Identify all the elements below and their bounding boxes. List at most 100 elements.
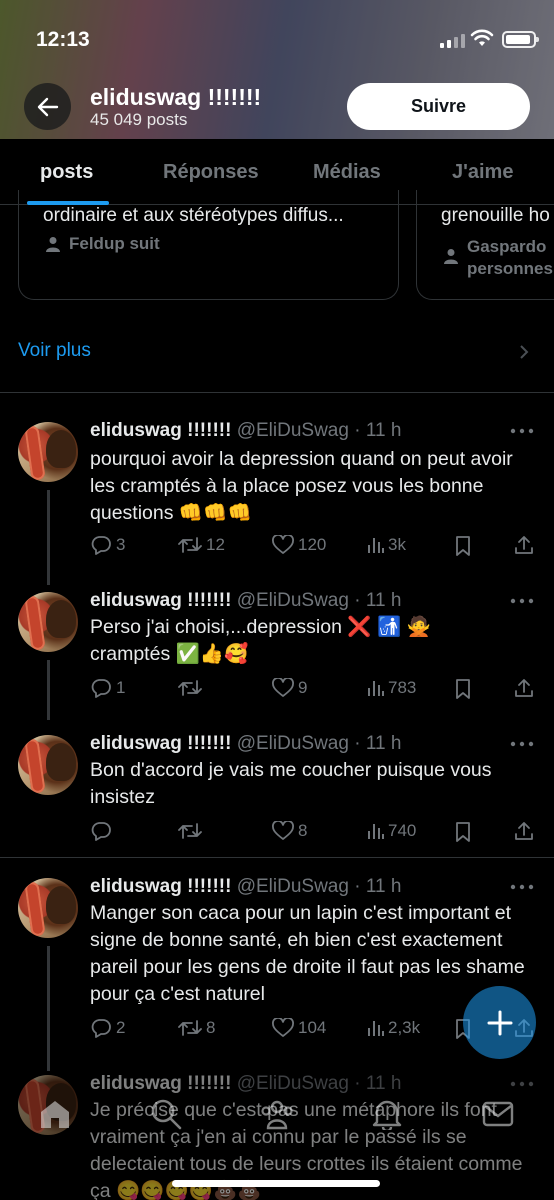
retweet-button[interactable]: 8	[178, 1018, 215, 1038]
tweet[interactable]: eliduswag !!!!!!! @EliDuSwag · 11 h Bon …	[0, 731, 554, 856]
reply-icon	[91, 536, 111, 555]
reply-button[interactable]	[90, 821, 116, 841]
card-text: ordinaire et aux stéréotypes diffus...	[43, 205, 344, 226]
retweet-button[interactable]: 12	[178, 535, 225, 555]
search-icon[interactable]	[150, 1098, 182, 1130]
bookmark-icon[interactable]	[455, 536, 471, 556]
tab-media[interactable]: Médias	[313, 161, 381, 184]
tweet[interactable]: eliduswag !!!!!!! @EliDuSwag · 11 h Pers…	[0, 588, 554, 720]
home-icon[interactable]	[38, 1098, 72, 1130]
compose-button[interactable]	[463, 986, 536, 1059]
tweet-actions: 3 12 120 3k	[90, 535, 540, 559]
like-button[interactable]: 8	[272, 821, 307, 841]
card-social-context-line2: personnes	[467, 259, 553, 278]
more-icon[interactable]	[510, 598, 534, 604]
retweet-button[interactable]	[178, 821, 206, 841]
reply-count: 2	[116, 1018, 126, 1037]
more-icon[interactable]	[510, 741, 534, 747]
display-name: eliduswag !!!!!!!	[90, 590, 232, 611]
retweet-count: 8	[206, 1018, 216, 1037]
suggestion-card[interactable]: ordinaire et aux stéréotypes diffus... F…	[18, 190, 399, 300]
share-icon[interactable]	[514, 535, 534, 555]
suggestion-card[interactable]: grenouille ho Gaspardo personnes	[416, 190, 554, 300]
like-count: 120	[298, 535, 327, 554]
person-icon	[46, 237, 60, 252]
bell-icon[interactable]	[372, 1098, 402, 1130]
display-name: eliduswag !!!!!!!	[90, 420, 232, 441]
like-button[interactable]: 120	[272, 535, 326, 555]
like-button[interactable]: 104	[272, 1018, 326, 1038]
cellular-signal-icon	[440, 33, 465, 48]
clock: 12:13	[36, 28, 90, 51]
wifi-icon	[470, 29, 494, 46]
more-icon[interactable]	[510, 884, 534, 890]
tab-replies[interactable]: Réponses	[163, 161, 259, 184]
reply-button[interactable]: 3	[90, 535, 125, 555]
follow-button[interactable]: Suivre	[347, 83, 530, 130]
thread-line	[47, 946, 50, 1071]
thread-line	[47, 490, 50, 585]
battery-icon	[502, 31, 539, 48]
more-icon[interactable]	[510, 428, 534, 434]
retweet-icon	[178, 537, 202, 553]
profile-header: 12:13 eliduswag !!!!!!! 45 049 posts Sui…	[0, 0, 554, 139]
avatar[interactable]	[18, 422, 78, 482]
reply-count: 1	[116, 678, 126, 697]
views-icon	[368, 538, 384, 553]
like-count: 104	[298, 1018, 327, 1037]
views-icon	[368, 1021, 384, 1036]
back-arrow-icon	[37, 97, 58, 116]
bookmark-icon[interactable]	[455, 679, 471, 699]
views-icon	[368, 824, 384, 839]
tweet-actions: 8 740	[90, 821, 540, 845]
see-more-link[interactable]: Voir plus	[18, 340, 91, 362]
tab-posts[interactable]: posts	[40, 161, 93, 184]
tweet-actions: 1 9 783	[90, 678, 540, 702]
tab-likes[interactable]: J'aime	[452, 161, 513, 184]
retweet-button[interactable]	[178, 678, 206, 698]
avatar[interactable]	[18, 592, 78, 652]
avatar[interactable]	[18, 735, 78, 795]
reply-icon	[91, 1019, 111, 1038]
views-button[interactable]: 3k	[366, 535, 406, 555]
tweet-author: eliduswag !!!!!!! @EliDuSwag · 11 h	[90, 876, 401, 898]
tweet-text: Perso j'ai choisi,...depression ❌ 🚮 🙅 cr…	[90, 616, 432, 665]
tweet-author: eliduswag !!!!!!! @EliDuSwag · 11 h	[90, 420, 401, 442]
display-name: eliduswag !!!!!!!	[90, 733, 232, 754]
communities-icon[interactable]	[259, 1098, 295, 1130]
view-count: 3k	[388, 535, 406, 554]
view-count: 740	[388, 821, 417, 840]
display-name: eliduswag !!!!!!!	[90, 876, 232, 897]
like-count: 9	[298, 678, 308, 697]
tweet-text: pourquoi avoir la depression quand on pe…	[90, 448, 513, 524]
card-social-context-line1: Gaspardo	[467, 237, 547, 256]
like-button[interactable]: 9	[272, 678, 307, 698]
retweet-icon	[178, 1020, 202, 1036]
person-icon	[444, 249, 458, 264]
handle-time: @EliDuSwag · 11 h	[236, 876, 402, 897]
back-button[interactable]	[24, 83, 71, 130]
handle-time: @EliDuSwag · 11 h	[236, 733, 402, 754]
share-icon[interactable]	[514, 678, 534, 698]
tweet[interactable]: eliduswag !!!!!!! @EliDuSwag · 11 h pour…	[0, 418, 554, 585]
reply-button[interactable]: 1	[90, 678, 125, 698]
view-count: 783	[388, 678, 417, 697]
heart-icon	[272, 1018, 294, 1037]
card-social-context: Feldup suit	[69, 234, 160, 253]
views-button[interactable]: 783	[366, 678, 416, 698]
handle-time: @EliDuSwag · 11 h	[236, 590, 402, 611]
retweet-count: 12	[206, 535, 225, 554]
avatar[interactable]	[18, 878, 78, 938]
views-button[interactable]: 2,3k	[366, 1018, 420, 1038]
profile-name: eliduswag !!!!!!!	[90, 84, 262, 110]
view-count: 2,3k	[388, 1018, 421, 1037]
home-indicator	[172, 1180, 380, 1187]
share-icon[interactable]	[514, 821, 534, 841]
views-button[interactable]: 740	[366, 821, 416, 841]
bookmark-icon[interactable]	[455, 822, 471, 842]
tweet-text: Manger son caca pour un lapin c'est impo…	[90, 902, 525, 1005]
reply-button[interactable]: 2	[90, 1018, 125, 1038]
status-bar: 12:13	[0, 0, 554, 80]
reply-count: 3	[116, 535, 126, 554]
mail-icon[interactable]	[482, 1101, 514, 1127]
